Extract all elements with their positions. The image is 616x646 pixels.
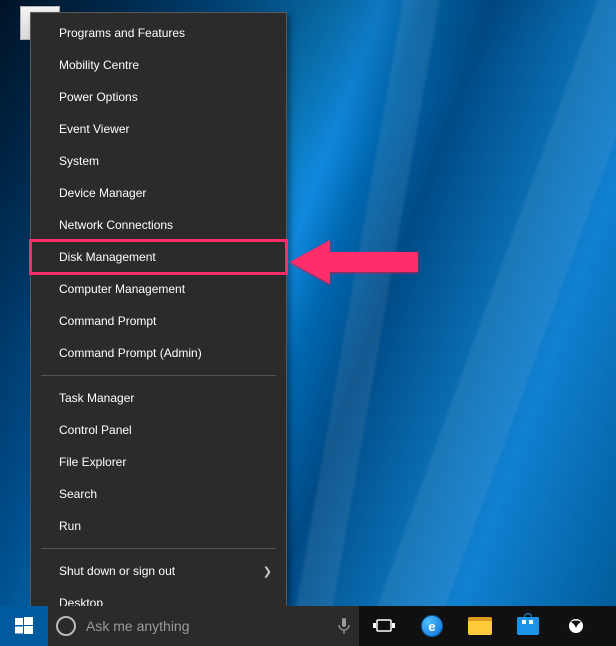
menu-item-label: Computer Management <box>59 282 185 296</box>
taskbar-app-xbox[interactable] <box>552 606 600 646</box>
menu-item-system[interactable]: System <box>31 145 286 177</box>
search-box[interactable]: Ask me anything <box>48 606 360 646</box>
menu-item-command-prompt[interactable]: Command Prompt <box>31 305 286 337</box>
menu-item-run[interactable]: Run <box>31 510 286 542</box>
menu-item-power-options[interactable]: Power Options <box>31 81 286 113</box>
menu-item-device-manager[interactable]: Device Manager <box>31 177 286 209</box>
menu-item-command-prompt-admin[interactable]: Command Prompt (Admin) <box>31 337 286 369</box>
taskbar-app-file-explorer[interactable] <box>456 606 504 646</box>
task-view-button[interactable] <box>360 606 408 646</box>
menu-item-label: Shut down or sign out <box>59 564 175 578</box>
taskbar: Ask me anything e <box>0 606 616 646</box>
menu-item-label: Event Viewer <box>59 122 129 136</box>
menu-item-label: Command Prompt (Admin) <box>59 346 202 360</box>
annotation-arrow <box>290 232 420 292</box>
microphone-icon <box>337 617 351 635</box>
xbox-icon <box>563 613 589 639</box>
menu-item-label: Mobility Centre <box>59 58 139 72</box>
cortana-icon <box>56 616 76 636</box>
menu-item-label: Device Manager <box>59 186 146 200</box>
menu-item-label: Task Manager <box>59 391 134 405</box>
task-view-icon <box>373 617 395 635</box>
menu-item-search[interactable]: Search <box>31 478 286 510</box>
menu-item-label: Search <box>59 487 97 501</box>
menu-item-disk-management[interactable]: Disk Management <box>31 241 286 273</box>
menu-item-label: Network Connections <box>59 218 173 232</box>
taskbar-app-edge[interactable]: e <box>408 606 456 646</box>
chevron-right-icon: ❯ <box>263 565 272 578</box>
menu-separator <box>41 375 276 376</box>
windows-logo-icon <box>15 617 33 635</box>
menu-item-label: Command Prompt <box>59 314 156 328</box>
folder-icon <box>468 617 492 635</box>
menu-item-label: Programs and Features <box>59 26 185 40</box>
menu-item-network-connections[interactable]: Network Connections <box>31 209 286 241</box>
menu-item-file-explorer[interactable]: File Explorer <box>31 446 286 478</box>
menu-item-label: Disk Management <box>59 250 156 264</box>
menu-item-label: Control Panel <box>59 423 132 437</box>
menu-item-event-viewer[interactable]: Event Viewer <box>31 113 286 145</box>
menu-item-label: Run <box>59 519 81 533</box>
menu-item-label: Power Options <box>59 90 138 104</box>
taskbar-app-store[interactable] <box>504 606 552 646</box>
menu-item-mobility-centre[interactable]: Mobility Centre <box>31 49 286 81</box>
winx-context-menu: Programs and Features Mobility Centre Powe… <box>30 12 287 624</box>
menu-separator <box>41 548 276 549</box>
menu-item-label: System <box>59 154 99 168</box>
search-placeholder: Ask me anything <box>86 618 329 634</box>
edge-icon: e <box>421 615 443 637</box>
menu-item-label: File Explorer <box>59 455 126 469</box>
menu-item-computer-management[interactable]: Computer Management <box>31 273 286 305</box>
start-button[interactable] <box>0 606 48 646</box>
menu-item-shutdown-signout[interactable]: Shut down or sign out ❯ <box>31 555 286 587</box>
menu-item-control-panel[interactable]: Control Panel <box>31 414 286 446</box>
store-icon <box>517 617 539 635</box>
menu-item-task-manager[interactable]: Task Manager <box>31 382 286 414</box>
menu-item-programs-features[interactable]: Programs and Features <box>31 17 286 49</box>
